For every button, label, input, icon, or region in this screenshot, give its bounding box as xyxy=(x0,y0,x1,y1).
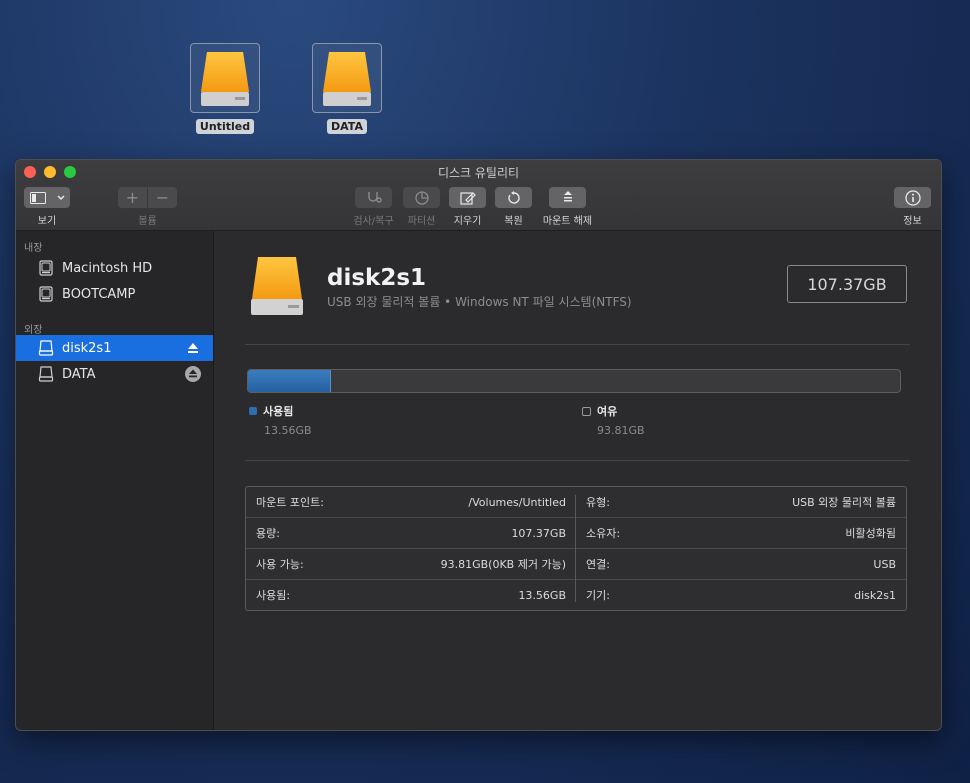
sidebar-icon xyxy=(29,191,46,204)
info-value: 13.56GB xyxy=(518,588,566,602)
erase-label: 지우기 xyxy=(453,216,482,227)
legend-used-label: 사용됨 xyxy=(263,405,294,418)
info-row: 유형: USB 외장 물리적 볼륨 xyxy=(576,487,906,518)
info-row: 소유자: 비활성화됨 xyxy=(576,518,906,549)
restore-arrow-icon xyxy=(507,190,520,204)
window-title: 디스크 유틸리티 xyxy=(437,166,520,180)
eject-icon[interactable] xyxy=(185,366,201,382)
sidebar-item-label: BOOTCAMP xyxy=(62,286,136,302)
info-value: /Volumes/Untitled xyxy=(468,495,566,509)
external-drive-icon xyxy=(251,257,303,315)
view-button[interactable] xyxy=(24,187,70,208)
info-value: 107.37GB xyxy=(511,526,566,540)
info-table: 마운트 포인트: /Volumes/Untitled 용량: 107.37GB 사용… xyxy=(245,486,907,611)
info-row: 사용 가능: 93.81GB(0KB 제거 가능) xyxy=(246,549,576,580)
unmount-label: 마운트 해제 xyxy=(542,216,593,227)
usage-bar-used xyxy=(248,370,332,392)
volume-label: 볼륨 xyxy=(138,216,157,227)
remove-volume-button[interactable]: − xyxy=(148,187,177,208)
view-label: 보기 xyxy=(37,216,57,227)
disk-utility-window: 디스크 유틸리티 보기 + − 볼륨 검사/복구 파티션 지우기 복원 마운트 … xyxy=(15,159,942,731)
info-key: 연결: xyxy=(586,558,610,571)
info-button[interactable] xyxy=(894,187,931,208)
sidebar: 내장 Macintosh HD BOOTCAMP 외장 disk2s1 DATA xyxy=(16,231,214,730)
info-key: 사용 가능: xyxy=(256,558,304,571)
sidebar-item-disk2s1[interactable]: disk2s1 xyxy=(16,335,213,361)
restore-button[interactable] xyxy=(495,187,532,208)
desktop-icon-label: Untitled xyxy=(195,119,255,134)
internal-disk-icon xyxy=(38,286,54,302)
external-drive-icon xyxy=(190,43,260,113)
external-section-header: 외장 xyxy=(24,325,43,336)
info-value: USB 외장 물리적 볼륨 xyxy=(792,496,896,509)
info-icon xyxy=(904,189,921,206)
stethoscope-icon xyxy=(367,191,382,203)
chevron-down-icon xyxy=(56,194,65,200)
info-column-left: 마운트 포인트: /Volumes/Untitled 용량: 107.37GB 사용… xyxy=(246,487,576,610)
info-key: 기기: xyxy=(586,589,610,602)
titlebar: 디스크 유틸리티 보기 + − 볼륨 검사/복구 파티션 지우기 복원 마운트 … xyxy=(16,160,941,231)
desktop-icon-label: DATA xyxy=(327,119,367,134)
info-row: 사용됨: 13.56GB xyxy=(246,580,576,610)
legend-free-label: 여유 xyxy=(597,405,618,418)
info-column-right: 유형: USB 외장 물리적 볼륨 소유자: 비활성화됨 연결: USB 기기: dis… xyxy=(576,487,906,610)
main-panel: disk2s1 USB 외장 물리적 볼륨 • Windows NT 파일 시스… xyxy=(214,231,941,730)
info-key: 용량: xyxy=(256,527,280,540)
external-drive-icon xyxy=(312,43,382,113)
eject-icon[interactable] xyxy=(185,340,201,356)
info-value: disk2s1 xyxy=(854,588,896,602)
volume-description: USB 외장 물리적 볼륨 • Windows NT 파일 시스템(NTFS) xyxy=(327,295,632,309)
unmount-button[interactable] xyxy=(549,187,586,208)
add-volume-button[interactable]: + xyxy=(118,187,147,208)
info-value: USB xyxy=(873,557,896,571)
usage-bar xyxy=(247,369,901,393)
restore-label: 복원 xyxy=(504,216,523,227)
volume-name: disk2s1 xyxy=(327,265,427,291)
sidebar-item-bootcamp[interactable]: BOOTCAMP xyxy=(16,281,213,307)
internal-section-header: 내장 xyxy=(24,243,43,254)
sidebar-item-data[interactable]: DATA xyxy=(16,361,213,387)
legend-free-value: 93.81GB xyxy=(597,424,645,437)
first-aid-label: 검사/복구 xyxy=(353,216,394,227)
info-value: 93.81GB(0KB 제거 가능) xyxy=(440,558,566,571)
partition-button[interactable] xyxy=(403,187,440,208)
sidebar-item-label: Macintosh HD xyxy=(62,260,153,276)
info-key: 마운트 포인트: xyxy=(256,496,324,509)
external-disk-icon xyxy=(38,340,54,356)
legend-free: 여유 xyxy=(582,403,617,419)
internal-disk-icon xyxy=(38,260,54,276)
sidebar-item-label: DATA xyxy=(62,366,96,382)
info-row: 용량: 107.37GB xyxy=(246,518,576,549)
pencil-erase-icon xyxy=(459,191,476,205)
unmount-icon xyxy=(563,190,572,201)
info-key: 사용됨: xyxy=(256,589,291,602)
divider xyxy=(245,344,910,345)
divider xyxy=(245,460,910,461)
legend-used-swatch xyxy=(249,407,257,415)
first-aid-button[interactable] xyxy=(355,187,392,208)
info-key: 소유자: xyxy=(586,527,621,540)
capacity-badge: 107.37GB xyxy=(787,265,907,303)
pie-partition-icon xyxy=(414,190,429,205)
legend-free-swatch xyxy=(582,406,591,416)
info-row: 마운트 포인트: /Volumes/Untitled xyxy=(246,487,576,518)
info-label: 정보 xyxy=(903,216,922,227)
sidebar-item-macintosh-hd[interactable]: Macintosh HD xyxy=(16,255,213,281)
partition-label: 파티션 xyxy=(407,216,436,227)
legend-used: 사용됨 xyxy=(249,403,293,419)
sidebar-item-label: disk2s1 xyxy=(62,340,112,356)
info-row: 기기: disk2s1 xyxy=(576,580,906,610)
info-value: 비활성화됨 xyxy=(845,527,896,540)
desktop-icon-data[interactable]: DATA xyxy=(311,43,383,134)
external-disk-icon xyxy=(38,366,54,382)
erase-button[interactable] xyxy=(449,187,486,208)
info-key: 유형: xyxy=(586,496,610,509)
legend-used-value: 13.56GB xyxy=(264,424,312,437)
info-row: 연결: USB xyxy=(576,549,906,580)
desktop-icon-untitled[interactable]: Untitled xyxy=(189,43,261,134)
